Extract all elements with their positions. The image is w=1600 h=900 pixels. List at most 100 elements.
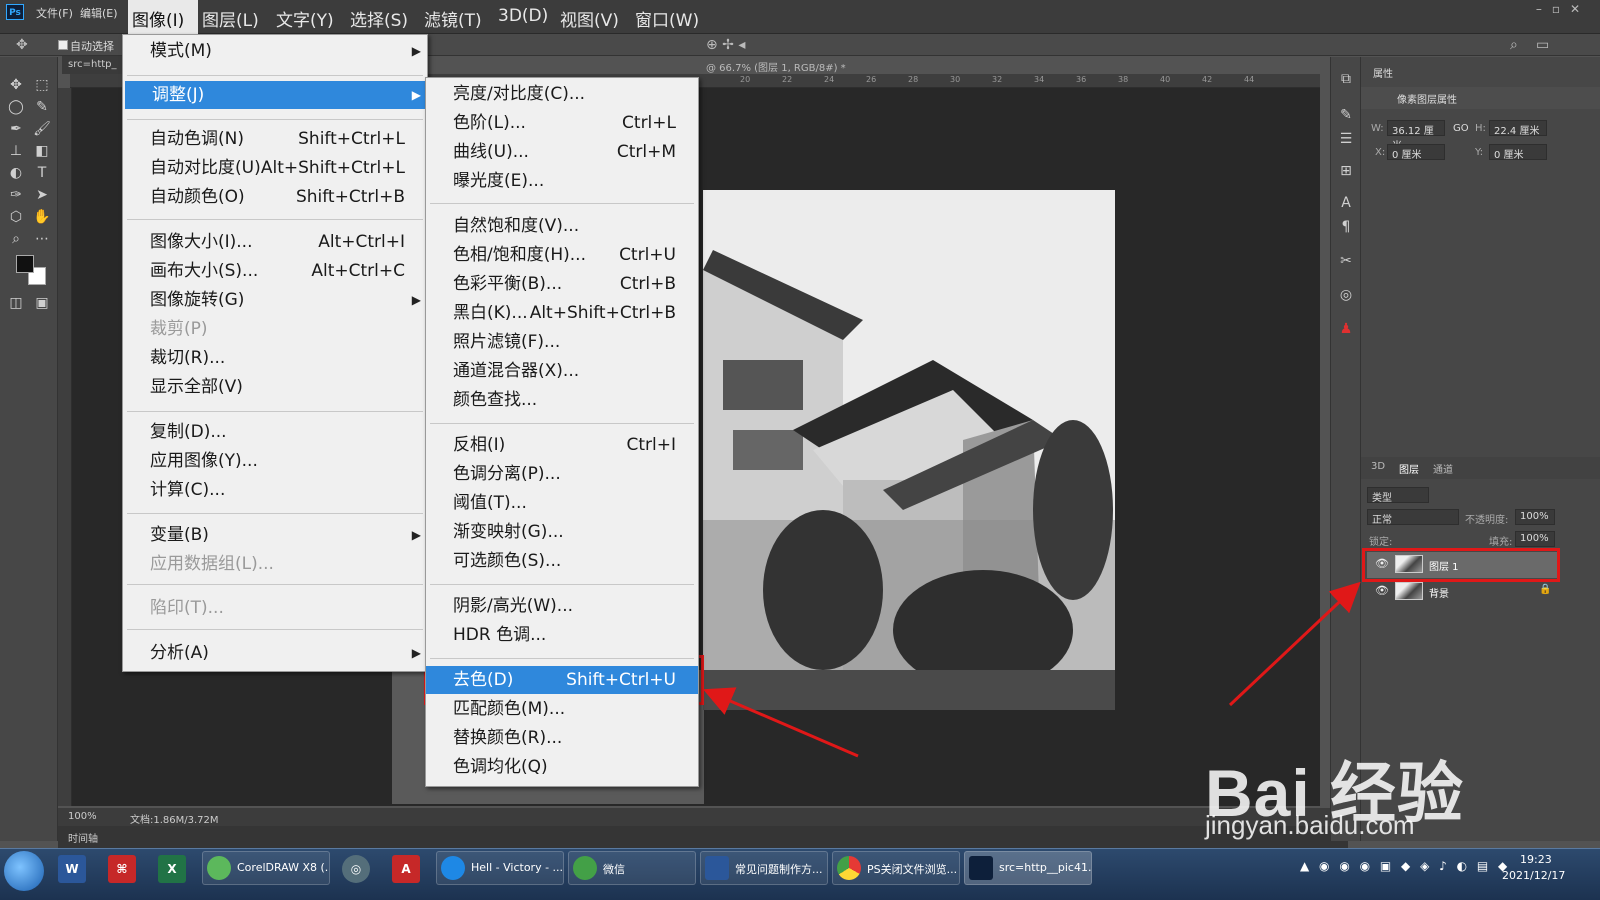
- adjust-item-label: 可选颜色(S)...: [453, 551, 562, 571]
- adjust-item-2[interactable]: 曲线(U)... Ctrl+M: [426, 138, 698, 166]
- taskbar-chrome[interactable]: PS关闭文件浏览...: [832, 851, 960, 885]
- submenu-arrow-icon: ▶: [411, 528, 421, 542]
- adjust-item-5[interactable]: 色相/饱和度(H)... Ctrl+U: [426, 241, 698, 269]
- menu-separator: [127, 629, 423, 630]
- menu-separator: [127, 219, 423, 220]
- adjust-item-13[interactable]: 阈值(T)...: [426, 489, 698, 517]
- adjust-item-14[interactable]: 渐变映射(G)...: [426, 518, 698, 546]
- adjust-item-label: 照片滤镜(F)...: [453, 332, 561, 352]
- submenu-arrow-icon: ▶: [411, 293, 421, 307]
- word-doc-icon: [705, 856, 729, 880]
- taskbar-wechat[interactable]: 微信: [568, 851, 696, 885]
- menu-item-2[interactable]: 自动色调(N) Shift+Ctrl+L: [123, 125, 427, 153]
- adjust-item-17[interactable]: HDR 色调...: [426, 621, 698, 649]
- menu-item-4[interactable]: 自动颜色(O) Shift+Ctrl+B: [123, 183, 427, 211]
- excel-icon[interactable]: X: [158, 855, 186, 883]
- taskbar-word-doc[interactable]: 常见问题制作方...: [700, 851, 828, 885]
- adjust-item-label: 色相/饱和度(H)...: [453, 245, 586, 265]
- menu-item-label: 显示全部(V): [150, 377, 243, 397]
- coreldraw-icon: [207, 856, 231, 880]
- foreground-color-swatch[interactable]: [16, 255, 34, 273]
- clock-date[interactable]: 2021/12/17: [1502, 869, 1565, 882]
- adjust-item-shortcut: Ctrl+I: [626, 435, 676, 455]
- menu-item-8[interactable]: 裁剪(P): [123, 315, 427, 343]
- pdf-icon[interactable]: ⌘: [108, 855, 136, 883]
- photoshop-icon: [969, 856, 993, 880]
- adjust-item-20[interactable]: 替换颜色(R)...: [426, 724, 698, 752]
- menu-item-7[interactable]: 图像旋转(G) ▶: [123, 286, 427, 314]
- taskbar-coreldraw[interactable]: CorelDRAW X8 (...: [202, 851, 330, 885]
- menu-item-shortcut: Alt+Ctrl+I: [318, 232, 405, 252]
- menu-item-11[interactable]: 复制(D)...: [123, 418, 427, 446]
- adjust-item-label: 色彩平衡(B)...: [453, 274, 563, 294]
- clock-time[interactable]: 19:23: [1520, 853, 1552, 866]
- adjust-item-shortcut: Shift+Ctrl+U: [566, 670, 676, 690]
- adjust-item-18[interactable]: 去色(D) Shift+Ctrl+U: [426, 666, 698, 694]
- submenu-arrow-icon: ▶: [411, 88, 421, 102]
- adjust-item-11[interactable]: 反相(I) Ctrl+I: [426, 431, 698, 459]
- adjust-item-15[interactable]: 可选颜色(S)...: [426, 547, 698, 575]
- adjust-item-6[interactable]: 色彩平衡(B)... Ctrl+B: [426, 270, 698, 298]
- adjust-item-label: 亮度/对比度(C)...: [453, 84, 586, 104]
- word-icon[interactable]: W: [58, 855, 86, 883]
- adjust-item-shortcut: Ctrl+U: [619, 245, 676, 265]
- menu-item-17[interactable]: 分析(A) ▶: [123, 639, 427, 667]
- kugou-icon: [441, 856, 465, 880]
- adjust-item-1[interactable]: 色阶(L)... Ctrl+L: [426, 109, 698, 137]
- menu-item-label: 裁剪(P): [150, 319, 208, 339]
- adjust-item-label: 色调均化(Q): [453, 757, 548, 777]
- menu-item-label: 分析(A): [150, 643, 209, 663]
- adjust-item-7[interactable]: 黑白(K)... Alt+Shift+Ctrl+B: [426, 299, 698, 327]
- menu-item-6[interactable]: 画布大小(S)... Alt+Ctrl+C: [123, 257, 427, 285]
- menu-item-label: 陷印(T)...: [150, 598, 224, 618]
- adjust-item-16[interactable]: 阴影/高光(W)...: [426, 592, 698, 620]
- image-menu-dropdown: 模式(M) ▶ 调整(J) ▶ 自动色调(N) Shift+Ctrl+L 自动对比度(U) A…: [122, 34, 428, 672]
- taskbar-kugou[interactable]: Hell - Victory - ...: [436, 851, 564, 885]
- start-button-icon[interactable]: [4, 851, 44, 891]
- menu-item-12[interactable]: 应用图像(Y)...: [123, 447, 427, 475]
- adjust-item-0[interactable]: 亮度/对比度(C)...: [426, 80, 698, 108]
- menu-separator: [430, 423, 694, 424]
- app-icon[interactable]: ◎: [342, 855, 370, 883]
- menu-item-3[interactable]: 自动对比度(U) Alt+Shift+Ctrl+L: [123, 154, 427, 182]
- menu-item-1[interactable]: 调整(J) ▶: [125, 81, 427, 109]
- menu-item-shortcut: Alt+Shift+Ctrl+L: [260, 158, 405, 178]
- menu-item-label: 画布大小(S)...: [150, 261, 259, 281]
- menu-item-15[interactable]: 应用数据组(L)...: [123, 550, 427, 578]
- taskbar-photoshop[interactable]: src=http__pic41...: [964, 851, 1092, 885]
- taskbar-label: CorelDRAW X8 (...: [237, 861, 330, 874]
- taskbar-label: PS关闭文件浏览...: [867, 863, 958, 876]
- adjust-item-12[interactable]: 色调分离(P)...: [426, 460, 698, 488]
- adjust-item-4[interactable]: 自然饱和度(V)...: [426, 212, 698, 240]
- submenu-arrow-icon: ▶: [411, 44, 421, 58]
- menu-item-shortcut: Alt+Ctrl+C: [311, 261, 405, 281]
- system-tray-icon[interactable]: ▲ ◉ ◉ ◉ ▣ ◆ ◈ ♪ ◐ ▤ ◆: [1300, 859, 1510, 873]
- adjust-item-label: 去色(D): [453, 670, 514, 690]
- adjust-item-9[interactable]: 通道混合器(X)...: [426, 357, 698, 385]
- taskbar-label: 微信: [603, 863, 625, 876]
- adjust-item-21[interactable]: 色调均化(Q): [426, 753, 698, 781]
- adjust-item-shortcut: Ctrl+L: [622, 113, 676, 133]
- menu-item-13[interactable]: 计算(C)...: [123, 476, 427, 504]
- menu-separator: [430, 584, 694, 585]
- windows-taskbar: W ⌘ X CorelDRAW X8 (... ◎ A Hell - Victo…: [0, 848, 1600, 900]
- adjust-item-10[interactable]: 颜色查找...: [426, 386, 698, 414]
- baidu-watermark-url: jingyan.baidu.com: [1205, 810, 1415, 840]
- adjust-item-shortcut: Alt+Shift+Ctrl+B: [529, 303, 676, 323]
- menu-item-16[interactable]: 陷印(T)...: [123, 594, 427, 622]
- menu-item-label: 自动色调(N): [150, 129, 244, 149]
- adjust-item-19[interactable]: 匹配颜色(M)...: [426, 695, 698, 723]
- menu-item-14[interactable]: 变量(B) ▶: [123, 521, 427, 549]
- adjust-item-label: 曝光度(E)...: [453, 171, 545, 191]
- adjust-item-label: 色调分离(P)...: [453, 464, 561, 484]
- adjust-item-label: 匹配颜色(M)...: [453, 699, 566, 719]
- adjust-item-label: 渐变映射(G)...: [453, 522, 564, 542]
- adjust-item-3[interactable]: 曝光度(E)...: [426, 167, 698, 195]
- acrobat-icon[interactable]: A: [392, 855, 420, 883]
- menu-item-10[interactable]: 显示全部(V): [123, 373, 427, 401]
- menu-separator: [127, 75, 423, 76]
- menu-item-5[interactable]: 图像大小(I)... Alt+Ctrl+I: [123, 228, 427, 256]
- menu-item-0[interactable]: 模式(M) ▶: [123, 37, 427, 65]
- menu-item-9[interactable]: 裁切(R)...: [123, 344, 427, 372]
- adjust-item-8[interactable]: 照片滤镜(F)...: [426, 328, 698, 356]
